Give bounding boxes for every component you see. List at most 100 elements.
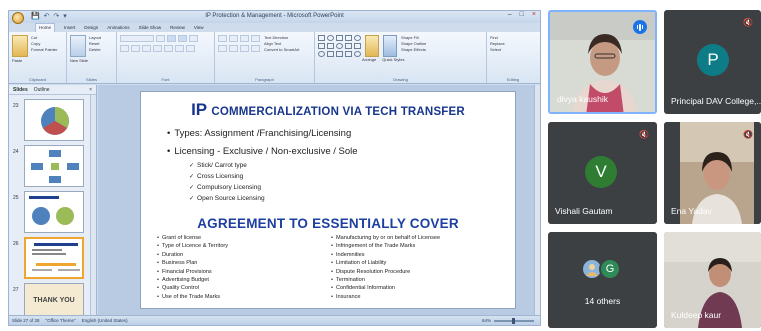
slides-pane: Slides Outline × 23 24 25 26 27 THANK YO…: [9, 85, 97, 325]
arrange-label: Arrange: [362, 57, 377, 62]
tab-slides[interactable]: Slides: [13, 87, 28, 93]
font-group-label: Font: [161, 77, 170, 82]
participant-tile-vishali[interactable]: V 🔇 Vishali Gautam: [548, 122, 657, 224]
list-item: Insurance: [331, 293, 440, 301]
quick-styles-label: Quick Styles: [382, 57, 405, 62]
person-icon: [586, 264, 598, 276]
slide-thumbnail[interactable]: [24, 145, 84, 187]
list-item: Infringement of the Trade Marks: [331, 242, 440, 250]
thumb-number: 27: [13, 287, 19, 293]
new-slide-button[interactable]: [70, 35, 86, 57]
tab-outline[interactable]: Outline: [34, 87, 50, 93]
align-right-icon[interactable]: [240, 45, 249, 52]
title-bar: 💾 ↶ ↷ ▾ IP Protection & Management - Mic…: [9, 11, 540, 24]
pane-close-icon[interactable]: ×: [89, 87, 92, 93]
diagram-thumbnail-icon: [31, 150, 79, 183]
shrink-font-icon[interactable]: [178, 35, 187, 42]
close-button[interactable]: ×: [532, 11, 536, 18]
slide-editing-area: IP COMMERCIALIZATION VIA TECH TRANSFER T…: [98, 85, 540, 317]
spacing-icon[interactable]: [175, 45, 184, 52]
status-bar: Slide 27 of 28 "Office Theme" English (U…: [9, 315, 540, 325]
microphone-off-icon: 🔇: [743, 130, 753, 139]
theme-name: "Office Theme": [45, 318, 76, 323]
slide-thumbnail[interactable]: [24, 191, 84, 233]
ribbon-tabs: Home Insert Design Animations Slide Show…: [9, 23, 540, 32]
tab-review[interactable]: Review: [170, 25, 185, 30]
list-item: Financial Provisions: [157, 268, 228, 276]
slide-title-rest: COMMERCIALIZATION VIA TECH TRANSFER: [211, 106, 465, 118]
shape-effects-button[interactable]: Shape Effects: [401, 47, 426, 53]
tab-view[interactable]: View: [194, 25, 204, 30]
tab-animations[interactable]: Animations: [107, 25, 129, 30]
list-item: Use of the Trade Marks: [157, 293, 228, 301]
delete-button[interactable]: Delete: [89, 47, 101, 53]
arrange-button[interactable]: [365, 35, 379, 57]
thumb-number: 23: [13, 103, 19, 109]
font-size-box[interactable]: [156, 35, 165, 42]
bold-icon[interactable]: [120, 45, 129, 52]
font-color-icon[interactable]: [186, 45, 195, 52]
window-title: IP Protection & Management - Microsoft P…: [205, 13, 344, 19]
quick-styles-button[interactable]: [383, 35, 397, 57]
list-item: Dispute Resolution Procedure: [331, 268, 440, 276]
slide-scrollbar[interactable]: [534, 85, 540, 317]
pie-thumbnail-icon: [41, 107, 69, 135]
minimize-button[interactable]: –: [508, 11, 512, 18]
slide-count: Slide 27 of 28: [12, 318, 40, 323]
tab-insert[interactable]: Insert: [64, 25, 75, 30]
participant-tile-principal[interactable]: P 🔇 Principal DAV College,...: [664, 10, 761, 114]
format-painter-button[interactable]: Format Painter: [31, 47, 57, 53]
indent-icon[interactable]: [240, 35, 249, 42]
shadow-icon[interactable]: [164, 45, 173, 52]
slide-thumbnail-selected[interactable]: [24, 237, 84, 279]
justify-icon[interactable]: [251, 45, 260, 52]
slides-pane-scrollbar[interactable]: [90, 95, 96, 317]
drawing-group-label: Drawing: [393, 77, 408, 82]
thumb-number: 26: [13, 241, 19, 247]
bullets-icon[interactable]: [218, 35, 227, 42]
numbering-icon[interactable]: [229, 35, 238, 42]
list-item: Manufacturing by or on behalf of License…: [331, 234, 440, 242]
screen-root: { "window": { "title": "IP Protection & …: [0, 0, 761, 331]
align-left-icon[interactable]: [218, 45, 227, 52]
avatar: V: [585, 156, 617, 188]
font-name-box[interactable]: [120, 35, 154, 42]
list-item: Limitation of Liability: [331, 259, 440, 267]
participant-tile-ena[interactable]: 🔇 Ena Yadav: [664, 122, 761, 224]
participant-name: divya kaushik: [557, 94, 609, 104]
participant-tile-divya[interactable]: divya kaushik: [548, 10, 657, 114]
window-controls: – □ ×: [508, 11, 536, 18]
tab-slide-show[interactable]: Slide Show: [139, 25, 162, 30]
font-group: Font: [117, 32, 215, 83]
list-item: Type of Licence & Territory: [157, 242, 228, 250]
tab-design[interactable]: Design: [84, 25, 98, 30]
slide-title-ip: IP: [191, 100, 208, 119]
microphone-off-icon: 🔇: [743, 18, 753, 27]
participant-tile-kuldeep[interactable]: Kuldeep kaur: [664, 232, 761, 328]
left-column-list: Grant of license Type of Licence & Terri…: [157, 234, 228, 301]
convert-smartart-button[interactable]: Convert to SmartArt: [264, 47, 299, 53]
participant-name: Kuldeep kaur: [671, 310, 722, 320]
italic-icon[interactable]: [131, 45, 140, 52]
slide-heading-2: AGREEMENT TO ESSENTIALLY COVER: [197, 216, 459, 231]
maximize-button[interactable]: □: [520, 11, 524, 18]
slide-thumbnail[interactable]: [24, 99, 84, 141]
circles-thumbnail-icon: [29, 196, 74, 225]
microphone-off-icon: 🔇: [639, 130, 649, 139]
select-button[interactable]: Select: [490, 47, 536, 53]
slides-pane-tabs: Slides Outline ×: [9, 85, 96, 95]
strikethrough-icon[interactable]: [153, 45, 162, 52]
line-spacing-icon[interactable]: [251, 35, 260, 42]
clear-format-icon[interactable]: [189, 35, 198, 42]
zoom-control[interactable]: 64%: [482, 317, 534, 324]
grow-font-icon[interactable]: [167, 35, 176, 42]
zoom-slider[interactable]: [494, 317, 534, 324]
paste-button[interactable]: [12, 35, 28, 57]
language-indicator[interactable]: English (United States): [82, 318, 128, 323]
participant-tile-others[interactable]: G 14 others: [548, 232, 657, 328]
tab-home[interactable]: Home: [35, 23, 56, 32]
align-center-icon[interactable]: [229, 45, 238, 52]
shapes-gallery[interactable]: [318, 35, 361, 57]
underline-icon[interactable]: [142, 45, 151, 52]
current-slide[interactable]: IP COMMERCIALIZATION VIA TECH TRANSFER T…: [140, 91, 516, 309]
